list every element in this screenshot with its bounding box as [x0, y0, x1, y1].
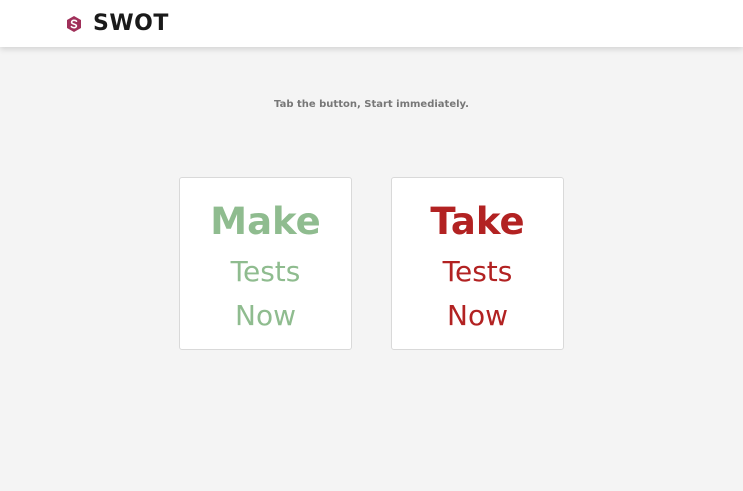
take-tests-line1: Take: [430, 200, 525, 243]
brand[interactable]: SWOT: [65, 10, 169, 37]
make-tests-line2: Tests: [230, 255, 301, 288]
make-tests-line3: Now: [235, 299, 296, 332]
take-tests-now-button[interactable]: Take Tests Now: [391, 177, 564, 350]
make-tests-now-button[interactable]: Make Tests Now: [179, 177, 352, 350]
take-tests-line2: Tests: [442, 255, 513, 288]
take-tests-line3: Now: [447, 299, 508, 332]
make-tests-line1: Make: [210, 200, 321, 243]
top-navbar: SWOT: [0, 0, 743, 47]
brand-name: SWOT: [93, 11, 169, 36]
tagline: Tab the button, Start immediately.: [274, 99, 469, 110]
hexagon-s-logo-icon: [65, 15, 83, 33]
